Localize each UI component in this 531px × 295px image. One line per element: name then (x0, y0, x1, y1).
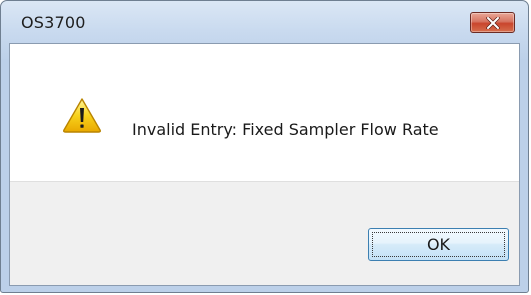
close-icon (486, 17, 500, 29)
warning-icon (63, 98, 101, 133)
error-message: Invalid Entry: Fixed Sampler Flow Rate (132, 120, 439, 139)
dialog-window: OS3700 Invalid Entry: Fixed Sampler Flow… (0, 0, 529, 293)
ok-button-label: OK (426, 235, 451, 254)
message-area: Invalid Entry: Fixed Sampler Flow Rate (10, 44, 519, 181)
ok-button[interactable]: OK (368, 228, 509, 261)
window-title: OS3700 (21, 13, 86, 32)
button-bar: OK (10, 181, 519, 285)
dialog-client-area: Invalid Entry: Fixed Sampler Flow Rate O… (9, 43, 520, 286)
title-bar[interactable]: OS3700 (1, 1, 528, 43)
close-button[interactable] (470, 12, 515, 33)
